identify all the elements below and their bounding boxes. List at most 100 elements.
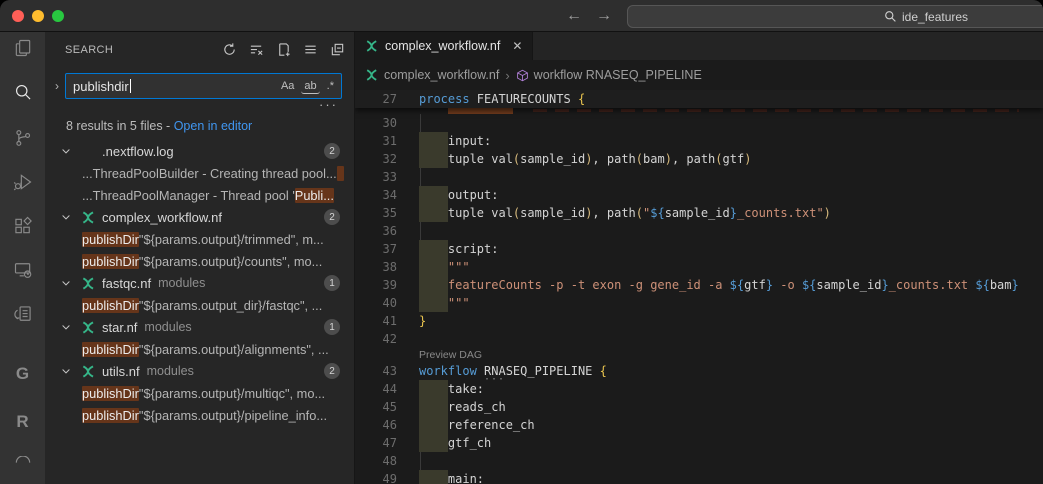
line-number: 39 [355, 276, 397, 294]
match-result-row[interactable]: publishDir "${params.output_dir}/fastqc"… [45, 294, 354, 316]
chevron-down-icon[interactable] [58, 321, 74, 333]
code-line: 33 [355, 168, 1043, 186]
code-line: 42 [355, 330, 1043, 348]
gitlens-icon[interactable]: G [0, 356, 45, 392]
match-result-row[interactable]: publishDir "${params.output}/multiqc", m… [45, 382, 354, 404]
match-result-row[interactable]: ...ThreadPoolBuilder - Creating thread p… [45, 162, 354, 184]
search-query-text: publishdir [73, 79, 129, 94]
zoom-window-button[interactable] [52, 10, 64, 22]
partial-extension-icon[interactable] [0, 448, 45, 484]
match-count-badge: 2 [324, 363, 340, 379]
source-control-icon[interactable] [0, 120, 45, 156]
file-name: .nextflow.log [102, 144, 174, 159]
nextflow-icon [80, 210, 96, 225]
whole-word-button[interactable]: ab [301, 79, 319, 94]
code-line: 40 """ [355, 294, 1043, 312]
line-number: 33 [355, 168, 397, 186]
line-number: 45 [355, 398, 397, 416]
match-result-row[interactable]: publishDir "${params.output}/counts", mo… [45, 250, 354, 272]
line-number: 27 [355, 90, 397, 108]
code-line: 36 [355, 222, 1043, 240]
back-arrow-button[interactable]: ← [566, 7, 582, 25]
file-path-hint: modules [144, 320, 191, 334]
breadcrumb-separator: › [505, 68, 509, 83]
line-number: 41 [355, 312, 397, 330]
line-number: 42 [355, 330, 397, 348]
breadcrumb-symbol[interactable]: workflow RNASEQ_PIPELINE [516, 68, 702, 82]
match-highlight: publishDir [82, 232, 139, 247]
tab-close-icon[interactable]: ✕ [512, 39, 522, 53]
file-result-row[interactable]: fastqc.nfmodules1 [45, 272, 354, 294]
traffic-lights [12, 10, 64, 22]
code-line: 46 reference_ch [355, 416, 1043, 434]
collapse-all-icon[interactable] [328, 41, 346, 59]
toggle-replace-chevron[interactable]: › [49, 79, 65, 93]
file-result-row[interactable]: utils.nfmodules2 [45, 360, 354, 382]
line-number: 44 [355, 380, 397, 398]
code-area[interactable]: 27process FEATURECOUNTS {3031 input:32 t… [355, 90, 1043, 484]
regex-button[interactable]: .* [324, 79, 337, 93]
code-line: 34 output: [355, 186, 1043, 204]
refresh-icon[interactable] [220, 41, 238, 59]
text-caret [130, 79, 131, 93]
match-highlight: publishDir [82, 254, 139, 269]
results-summary: 8 results in 5 files - Open in editor [45, 113, 354, 137]
breadcrumb: complex_workflow.nf › workflow RNASEQ_PI… [355, 60, 1043, 90]
explorer-icon[interactable] [0, 30, 45, 66]
ide-window: ← → ide_features GR SEARCH › publishdir [0, 0, 1043, 484]
codelens-preview-dag[interactable]: Preview DAG [355, 348, 1043, 362]
chevron-down-icon[interactable] [58, 365, 74, 377]
file-result-row[interactable]: star.nfmodules1 [45, 316, 354, 338]
code-line: 49 main: [355, 470, 1043, 484]
match-result-row[interactable]: publishDir "${params.output}/pipeline_in… [45, 404, 354, 426]
tab-complex-workflow[interactable]: complex_workflow.nf ✕ [355, 32, 533, 60]
chevron-down-icon[interactable] [58, 211, 74, 223]
code-line: 30 [355, 114, 1043, 132]
view-as-list-icon[interactable] [301, 41, 319, 59]
code-line: 39 featureCounts -p -t exon -g gene_id -… [355, 276, 1043, 294]
run-debug-icon[interactable] [0, 164, 45, 200]
nextflow-icon [80, 276, 96, 291]
line-number: 30 [355, 114, 397, 132]
command-center[interactable]: ide_features [627, 5, 1043, 28]
forward-arrow-button[interactable]: → [596, 7, 612, 25]
file-result-row[interactable]: .nextflow.log2 [45, 140, 354, 162]
nextflow-icon [365, 39, 379, 53]
match-result-row[interactable]: publishDir "${params.output}/alignments"… [45, 338, 354, 360]
open-in-editor-link[interactable]: Open in editor [174, 119, 253, 133]
match-highlight [337, 166, 344, 181]
file-path-hint: modules [158, 276, 205, 290]
match-count-badge: 2 [324, 209, 340, 225]
line-number: 49 [355, 470, 397, 484]
r-language-icon[interactable]: R [0, 404, 45, 440]
extensions-icon[interactable] [0, 208, 45, 244]
file-result-row[interactable]: complex_workflow.nf2 [45, 206, 354, 228]
remote-explorer-icon[interactable] [0, 252, 45, 288]
symbol-namespace-icon [516, 69, 529, 82]
minimize-window-button[interactable] [32, 10, 44, 22]
new-search-editor-icon[interactable] [274, 41, 292, 59]
code-line: 41} [355, 312, 1043, 330]
search-input[interactable]: publishdir Aaab .* [65, 73, 342, 99]
task-explorer-icon[interactable] [0, 296, 45, 332]
clear-results-icon[interactable] [247, 41, 265, 59]
match-highlight: publishDir [82, 298, 139, 313]
nextflow-icon [80, 364, 96, 379]
search-icon[interactable] [0, 74, 45, 110]
chevron-down-icon[interactable] [58, 277, 74, 289]
code-line: 32 tuple val(sample_id), path(bam), path… [355, 150, 1043, 168]
chevron-down-icon[interactable] [58, 145, 74, 157]
line-number: 40 [355, 294, 397, 312]
panel-title: SEARCH [65, 44, 220, 56]
match-highlight: publishDir [82, 342, 139, 357]
line-number: 34 [355, 186, 397, 204]
code-line: 37 script: [355, 240, 1043, 258]
match-result-row[interactable]: publishDir "${params.output}/trimmed", m… [45, 228, 354, 250]
line-number: 35 [355, 204, 397, 222]
breadcrumb-file[interactable]: complex_workflow.nf [365, 68, 499, 82]
more-actions-button[interactable]: ··· [319, 100, 338, 113]
match-result-row[interactable]: ...ThreadPoolManager - Thread pool 'Publ… [45, 184, 354, 206]
match-case-button[interactable]: Aa [278, 79, 297, 93]
tab-label: complex_workflow.nf [385, 39, 500, 53]
close-window-button[interactable] [12, 10, 24, 22]
